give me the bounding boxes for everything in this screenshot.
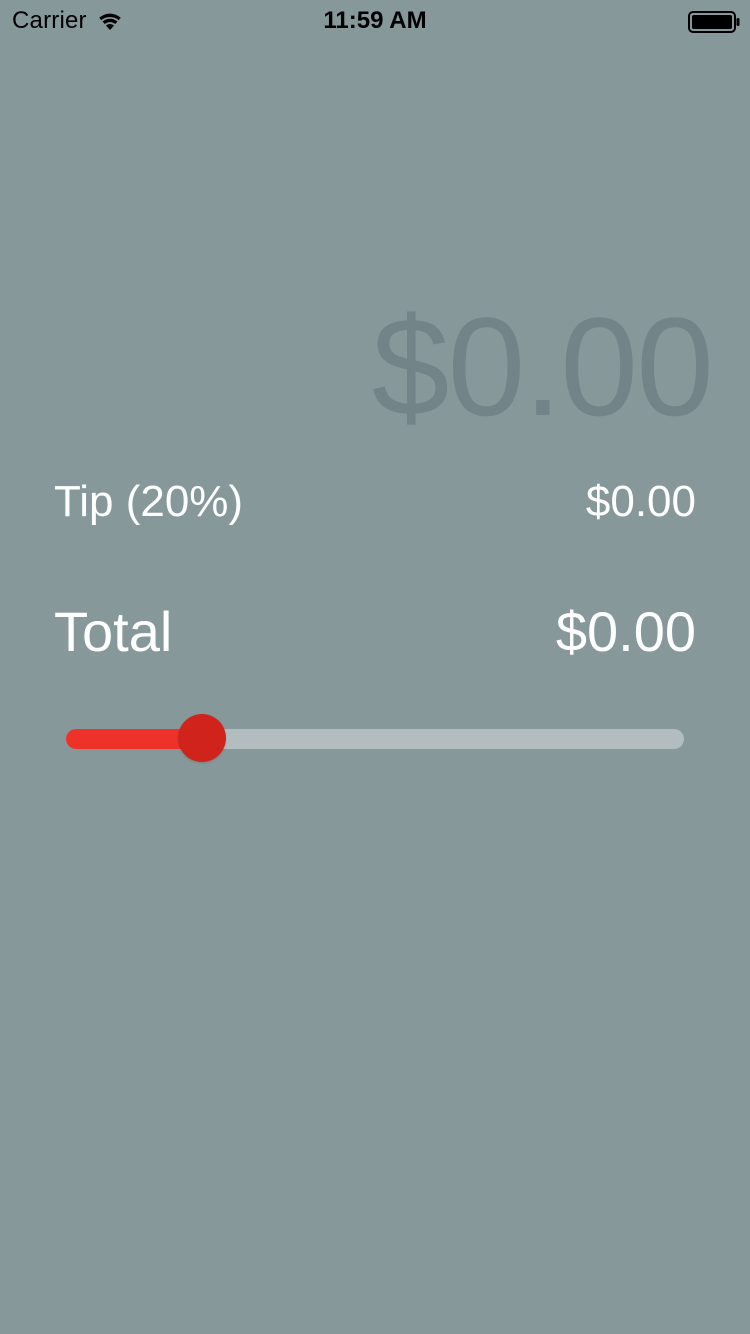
- total-label: Total: [54, 600, 173, 663]
- status-bar: Carrier 11:59 AM: [0, 0, 750, 40]
- status-time: 11:59 AM: [323, 7, 427, 34]
- total-row: Total $0.00: [54, 600, 696, 664]
- tip-value: $0.00: [585, 477, 696, 526]
- tip-slider[interactable]: [66, 714, 684, 764]
- slider-thumb[interactable]: [177, 714, 226, 762]
- bill-amount-input[interactable]: $0.00: [372, 292, 714, 442]
- tip-label: Tip (20%): [54, 477, 244, 526]
- battery-icon: [688, 11, 740, 33]
- tip-row: Tip (20%) $0.00: [54, 476, 696, 528]
- total-value: $0.00: [555, 600, 696, 663]
